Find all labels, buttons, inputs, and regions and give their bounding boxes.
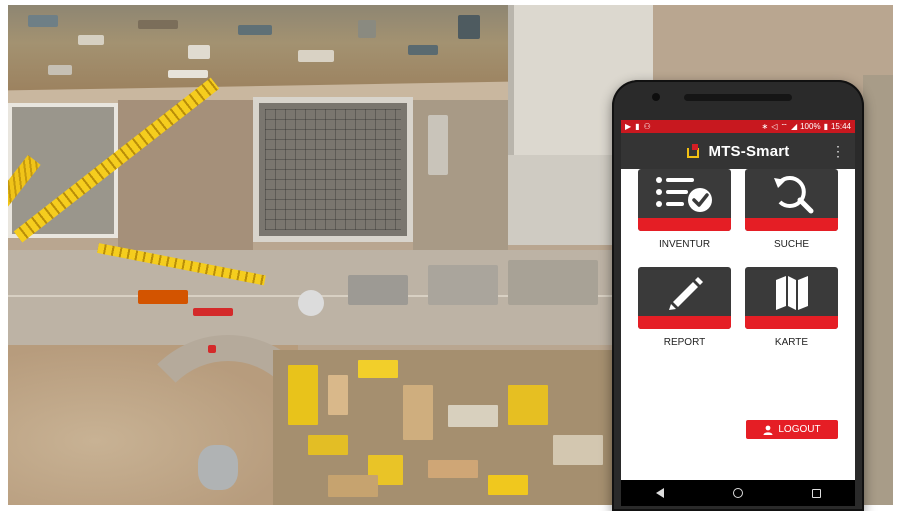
person-icon: [763, 425, 773, 435]
building-slab: [253, 97, 413, 242]
app-screen: ▶ ▮ ⚇ ∗ ◁ ⌔ ◢ 100% ▮ 15:44 MTS-Smart ⋮ I…: [621, 120, 855, 506]
smartphone: ▶ ▮ ⚇ ∗ ◁ ⌔ ◢ 100% ▮ 15:44 MTS-Smart ⋮ I…: [612, 80, 864, 511]
building-edge: [863, 75, 893, 505]
checklist-icon: [638, 169, 731, 218]
karte-button[interactable]: [745, 267, 838, 329]
play-store-icon: ▶: [625, 122, 632, 131]
app-title: MTS-Smart: [708, 142, 790, 160]
lumber-yard: [273, 350, 633, 505]
logout-label: LOGOUT: [778, 424, 821, 435]
tile-accent-bar: [638, 218, 731, 231]
dirt-area: [118, 100, 253, 250]
android-debug-icon: ⚇: [643, 122, 651, 131]
mute-icon: ◁: [771, 122, 778, 131]
inventur-button[interactable]: [638, 169, 731, 231]
overflow-menu-icon[interactable]: ⋮: [831, 144, 845, 158]
app-logo-icon: [686, 144, 701, 158]
inventur-label: INVENTUR: [658, 239, 711, 250]
status-bar: ▶ ▮ ⚇ ∗ ◁ ⌔ ◢ 100% ▮ 15:44: [621, 120, 855, 133]
battery-percent: 100%: [800, 122, 821, 131]
home-icon[interactable]: [732, 488, 743, 498]
clock: 15:44: [830, 122, 851, 131]
notification-icon: ▮: [635, 122, 640, 131]
logout-button[interactable]: LOGOUT: [746, 420, 838, 439]
wifi-icon: ⌔: [780, 121, 788, 131]
pencil-icon: [638, 267, 731, 316]
bluetooth-icon: ∗: [761, 122, 769, 131]
app-bar: MTS-Smart ⋮: [621, 133, 855, 169]
signal-icon: ◢: [790, 122, 798, 131]
suche-button[interactable]: [745, 169, 838, 231]
map-icon: [745, 267, 838, 316]
karte-label: KARTE: [774, 337, 809, 348]
battery-icon: ▮: [823, 122, 828, 131]
tile-accent-bar: [745, 316, 838, 329]
front-camera: [652, 93, 660, 101]
search-refresh-icon: [745, 169, 838, 218]
earpiece-speaker: [684, 94, 792, 101]
system-nav-bar: [621, 480, 855, 506]
report-button[interactable]: [638, 267, 731, 329]
report-label: REPORT: [663, 337, 706, 348]
back-icon[interactable]: [655, 488, 664, 498]
building-roof: [508, 155, 618, 245]
recent-apps-icon[interactable]: [811, 488, 821, 498]
suche-label: SUCHE: [773, 239, 809, 250]
tile-accent-bar: [638, 316, 731, 329]
tile-accent-bar: [745, 218, 838, 231]
